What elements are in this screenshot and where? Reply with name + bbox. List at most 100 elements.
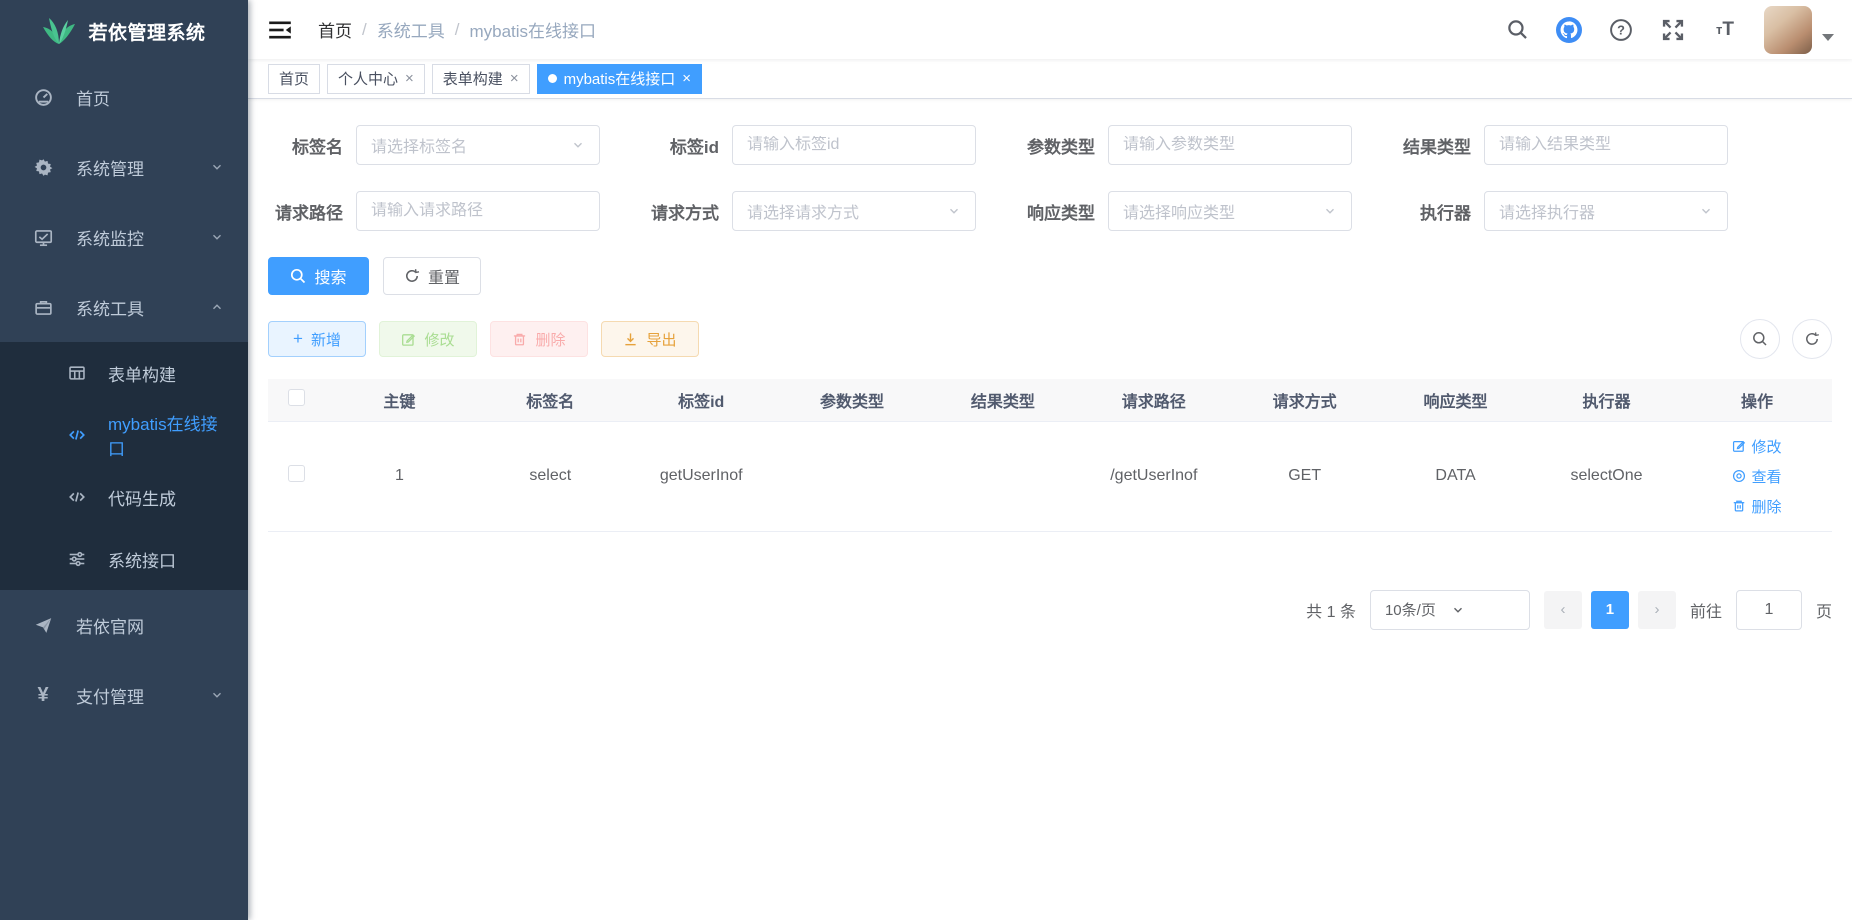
row-edit-link[interactable]: 修改 bbox=[1732, 436, 1781, 457]
toolbar-right-tools bbox=[1740, 319, 1832, 359]
trash-icon bbox=[1732, 499, 1746, 513]
edit-button[interactable]: 修改 bbox=[379, 321, 477, 357]
refresh-icon bbox=[404, 268, 420, 284]
page-size-select[interactable]: 10条/页 bbox=[1370, 590, 1530, 630]
chevron-down-icon bbox=[210, 160, 224, 174]
breadcrumb-home[interactable]: 首页 bbox=[318, 17, 352, 42]
sidebar-item-payment-management[interactable]: ¥ 支付管理 bbox=[0, 660, 248, 730]
sidebar-menu: 首页 系统管理 bbox=[0, 62, 248, 730]
caret-down-icon bbox=[1822, 34, 1834, 41]
pagination: 共 1 条 10条/页 ‹ 1 › 前往 页 bbox=[268, 590, 1832, 630]
search-actions-row: 搜索 重置 bbox=[268, 257, 1832, 295]
field-label: 标签名 bbox=[268, 133, 343, 158]
goto-page-suffix: 页 bbox=[1816, 598, 1832, 622]
edit-icon bbox=[401, 332, 416, 347]
column-header-result-type: 结果类型 bbox=[928, 379, 1079, 421]
tab-form-builder[interactable]: 表单构建 × bbox=[432, 64, 530, 94]
search-button-label: 搜索 bbox=[314, 264, 346, 288]
sidebar-item-system-api[interactable]: 系统接口 bbox=[0, 528, 248, 590]
select-all-checkbox[interactable] bbox=[288, 389, 305, 406]
export-button[interactable]: 导出 bbox=[601, 321, 699, 357]
sidebar-item-system-management[interactable]: 系统管理 bbox=[0, 132, 248, 202]
page-content: 标签名 请选择标签名 标签id 参数类型 bbox=[248, 99, 1852, 920]
delete-button[interactable]: 删除 bbox=[490, 321, 588, 357]
svg-text:?: ? bbox=[1617, 22, 1625, 37]
row-delete-link[interactable]: 删除 bbox=[1732, 496, 1781, 517]
reset-button[interactable]: 重置 bbox=[383, 257, 481, 295]
close-icon[interactable]: × bbox=[405, 70, 414, 87]
column-header-response-type: 响应类型 bbox=[1380, 379, 1531, 421]
cell-tag-name: select bbox=[475, 421, 626, 531]
close-icon[interactable]: × bbox=[682, 70, 691, 87]
column-header-tag-name: 标签名 bbox=[475, 379, 626, 421]
sidebar-item-ruoyi-website[interactable]: 若依官网 bbox=[0, 590, 248, 660]
request-method-select[interactable]: 请选择请求方式 bbox=[732, 191, 976, 231]
filter-tag-id: 标签id bbox=[644, 125, 976, 165]
close-icon[interactable]: × bbox=[510, 70, 519, 87]
sidebar-item-form-builder[interactable]: 表单构建 bbox=[0, 342, 248, 404]
help-icon[interactable]: ? bbox=[1602, 11, 1640, 49]
sidebar-collapse-icon[interactable] bbox=[268, 19, 292, 41]
sidebar-item-system-tools[interactable]: 系统工具 bbox=[0, 272, 248, 342]
param-type-input[interactable] bbox=[1123, 136, 1337, 154]
next-page-button[interactable]: › bbox=[1638, 591, 1676, 629]
search-icon[interactable] bbox=[1498, 11, 1536, 49]
sidebar-item-system-monitoring[interactable]: 系统监控 bbox=[0, 202, 248, 272]
chevron-down-icon bbox=[947, 204, 961, 218]
app-logo[interactable]: 若依管理系统 bbox=[0, 0, 248, 62]
row-view-label: 查看 bbox=[1751, 466, 1781, 487]
response-type-select[interactable]: 请选择响应类型 bbox=[1108, 191, 1352, 231]
cell-executor: selectOne bbox=[1531, 421, 1682, 531]
breadcrumb-system-tools: 系统工具 bbox=[377, 17, 445, 42]
font-size-icon[interactable]: тT bbox=[1706, 11, 1744, 49]
filter-tag-name: 标签名 请选择标签名 bbox=[268, 125, 600, 165]
row-checkbox[interactable] bbox=[288, 465, 305, 482]
sidebar-item-code-generation[interactable]: 代码生成 bbox=[0, 466, 248, 528]
user-menu[interactable] bbox=[1764, 6, 1834, 54]
result-type-input[interactable] bbox=[1499, 136, 1713, 154]
paper-plane-icon bbox=[28, 616, 58, 635]
app-title: 若依管理系统 bbox=[88, 18, 205, 45]
executor-select[interactable]: 请选择执行器 bbox=[1484, 191, 1728, 231]
goto-page-input[interactable] bbox=[1736, 590, 1802, 630]
sidebar-item-label: 首页 bbox=[76, 85, 224, 110]
select-placeholder: 请选择响应类型 bbox=[1123, 199, 1323, 223]
search-button[interactable]: 搜索 bbox=[268, 257, 369, 295]
refresh-table-button[interactable] bbox=[1792, 319, 1832, 359]
request-path-input[interactable] bbox=[371, 202, 585, 220]
tab-home[interactable]: 首页 bbox=[268, 64, 320, 94]
filter-result-type: 结果类型 bbox=[1396, 125, 1728, 165]
cell-request-method: GET bbox=[1229, 421, 1380, 531]
filter-request-method: 请求方式 请选择请求方式 bbox=[644, 191, 976, 231]
tab-label: 表单构建 bbox=[443, 68, 503, 89]
add-button[interactable]: + 新增 bbox=[268, 321, 366, 357]
tag-name-select[interactable]: 请选择标签名 bbox=[356, 125, 600, 165]
page-number-1[interactable]: 1 bbox=[1591, 591, 1629, 629]
field-label: 参数类型 bbox=[1020, 133, 1095, 158]
edit-icon bbox=[1732, 439, 1746, 453]
tab-mybatis-online-api[interactable]: mybatis在线接口 × bbox=[537, 64, 702, 94]
download-icon bbox=[623, 332, 638, 347]
search-icon bbox=[1752, 331, 1768, 347]
cell-tag-id: getUserInof bbox=[626, 421, 777, 531]
sidebar-item-label: 表单构建 bbox=[108, 361, 224, 386]
avatar[interactable] bbox=[1764, 6, 1812, 54]
table-row: 1 select getUserInof /getUserInof GET DA… bbox=[268, 421, 1832, 531]
github-icon[interactable] bbox=[1550, 11, 1588, 49]
sidebar-item-home[interactable]: 首页 bbox=[0, 62, 248, 132]
breadcrumb-separator: / bbox=[455, 20, 460, 40]
delete-button-label: 删除 bbox=[535, 329, 565, 350]
show-search-toggle-button[interactable] bbox=[1740, 319, 1780, 359]
fullscreen-icon[interactable] bbox=[1654, 11, 1692, 49]
navbar-right-tools: ? тT bbox=[1498, 6, 1834, 54]
select-placeholder: 请选择标签名 bbox=[371, 133, 571, 157]
sidebar-item-mybatis-online-api[interactable]: mybatis在线接口 bbox=[0, 404, 248, 466]
sidebar-submenu-system-tools: 表单构建 mybatis在线接口 代 bbox=[0, 342, 248, 590]
prev-page-button[interactable]: ‹ bbox=[1544, 591, 1582, 629]
page-size-value: 10条/页 bbox=[1385, 599, 1451, 620]
column-header-executor: 执行器 bbox=[1531, 379, 1682, 421]
sidebar-item-label: 系统管理 bbox=[76, 155, 210, 180]
row-view-link[interactable]: 查看 bbox=[1732, 466, 1781, 487]
tab-profile[interactable]: 个人中心 × bbox=[327, 64, 425, 94]
tag-id-input[interactable] bbox=[747, 136, 961, 154]
